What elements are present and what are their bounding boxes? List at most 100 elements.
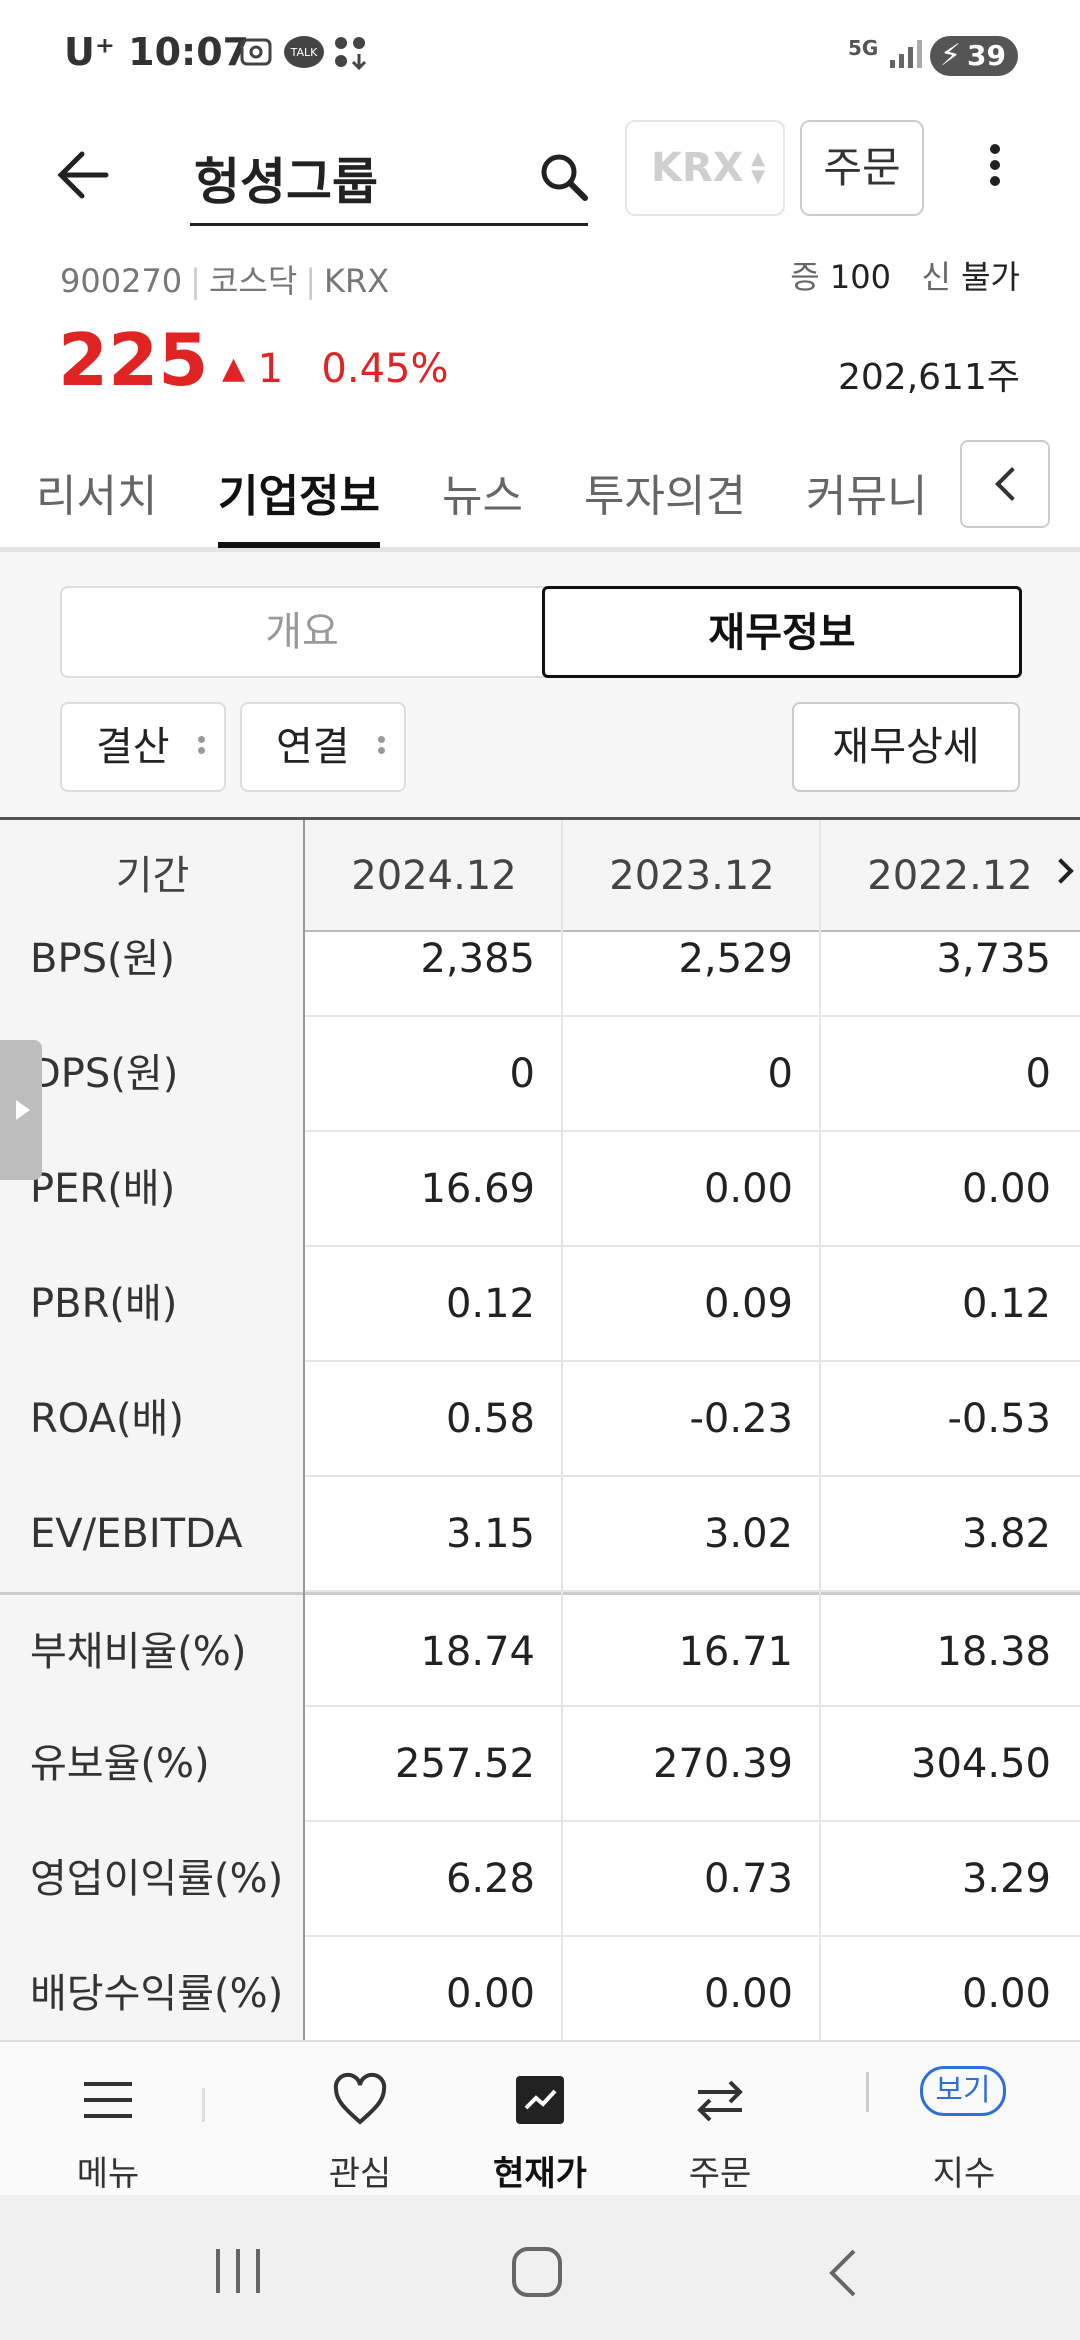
table-cell: 3,735 [936,936,1051,982]
tab-research[interactable]: 리서치 [36,460,157,548]
signal-icon [890,40,922,68]
table-cell: 0.12 [445,1281,535,1327]
table-cell: 16.69 [420,1166,535,1212]
table-cell: 18.74 [420,1629,535,1675]
table-row: 유보율(%) 257.52 270.39 304.50 [0,1707,1080,1822]
table-row: 영업이익률(%) 6.28 0.73 3.29 [0,1822,1080,1937]
row-label: EV/EBITDA [0,1477,305,1592]
row-label: 유보율(%) [0,1707,305,1822]
table-cell: 3.29 [961,1856,1051,1902]
table-cell: 304.50 [911,1741,1051,1787]
table-cell: 0.00 [961,1971,1051,2017]
more-vert-icon [378,732,386,758]
margin-info: 증 100 신 불가 [790,258,1020,296]
nav-index[interactable]: 보기 지수 [884,2042,1044,2197]
current-price: 225 [58,318,209,402]
exchange-select[interactable]: KRX ▲ ▼ [625,120,785,216]
table-cell: 2,385 [420,936,535,982]
svg-text:TALK: TALK [290,46,319,59]
table-cell: -0.53 [947,1396,1052,1442]
nav-watch[interactable]: 관심 [280,2042,440,2197]
table-cell: 257.52 [395,1741,535,1787]
table-row: 배당수익률(%) 0.00 0.00 0.00 [0,1937,1080,2040]
volume: 202,611주 [838,357,1020,398]
menu-icon [84,2082,132,2118]
back-icon[interactable] [822,2245,862,2301]
nav-current-price[interactable]: 현재가 [460,2042,620,2197]
table-cell: 0.12 [961,1281,1051,1327]
table-cell: 3.15 [445,1511,535,1557]
tab-community[interactable]: 커뮤니 [806,460,936,548]
more-vert-icon [198,732,206,758]
table-cell: 3.82 [961,1511,1051,1557]
table-row: EV/EBITDA 3.15 3.02 3.82 [0,1477,1080,1592]
more-vert-icon[interactable] [980,138,1010,198]
table-cell: 0 [509,1051,535,1097]
table-cell: 2,529 [678,936,793,982]
screenshot-icon [240,38,272,66]
stock-name: 헝셩그룹 [194,153,378,211]
updown-icon: ▲ ▼ [751,148,765,187]
table-cell: 0 [767,1051,793,1097]
tab-opinion[interactable]: 투자의견 [584,460,746,548]
financial-detail-button[interactable]: 재무상세 [792,702,1020,792]
row-label: PBR(배) [0,1247,305,1362]
side-drawer-handle[interactable] [0,1040,42,1180]
period-dropdown[interactable]: 결산 [60,702,226,792]
tab-news[interactable]: 뉴스 [442,460,523,548]
view-badge: 보기 [920,2066,1006,2116]
table-cell: 3.02 [703,1511,793,1557]
table-cell: 0.00 [961,1166,1051,1212]
financial-table: 기간 2024.12 2023.12 2022.12 BPS(원) 2,385 2,… [0,817,1080,2040]
chevron-left-icon[interactable] [960,440,1050,528]
row-label: ROA(배) [0,1362,305,1477]
stock-search-field[interactable]: 헝셩그룹 [190,130,588,226]
row-label: PER(배) [0,1132,305,1247]
row-label: 영업이익률(%) [0,1822,305,1937]
row-label: 배당수익률(%) [0,1937,305,2040]
nav-order[interactable]: 주문 [640,2042,800,2197]
table-cell: 0 [1025,1051,1051,1097]
table-cell: 0.73 [703,1856,793,1902]
stock-meta: 900270 | 코스닥 | KRX [60,262,390,300]
header: 헝셩그룹 KRX ▲ ▼ 주문 [0,110,1080,260]
scope-dropdown[interactable]: 연결 [240,702,406,792]
table-cell: 0.09 [703,1281,793,1327]
heart-icon [333,2072,387,2125]
segment-overview[interactable]: 개요 [62,588,542,676]
order-button[interactable]: 주문 [800,120,924,216]
table-cell: 0.00 [703,1166,793,1212]
table-cell: 0.58 [445,1396,535,1442]
talk-icon: TALK [284,36,324,68]
up-triangle-icon: ▲ [222,351,246,386]
table-row: DPS(원) 0 0 0 [0,1017,1080,1132]
table-row: 부채비율(%) 18.74 16.71 18.38 [0,1592,1080,1710]
table-cell: 270.39 [653,1741,793,1787]
recent-apps-icon[interactable] [210,2245,266,2297]
status-bar: U⁺ 10:07 TALK 5G ⚡ 39 [0,0,1080,110]
table-row: PER(배) 16.69 0.00 0.00 [0,1132,1080,1247]
network-5g: 5G [848,36,879,60]
table-row: PBR(배) 0.12 0.09 0.12 [0,1247,1080,1362]
table-cell: 0.00 [703,1971,793,2017]
row-label: DPS(원) [0,1017,305,1132]
segment-financial[interactable]: 재무정보 [542,586,1022,678]
price-change: ▲ 1 0.45% [222,346,449,392]
row-label: 부채비율(%) [0,1595,305,1710]
table-cell: 6.28 [445,1856,535,1902]
sub-controls: 개요 재무정보 결산 연결 재무상세 [0,552,1080,817]
segment-control: 개요 재무정보 [60,586,1022,678]
chart-icon [516,2076,564,2124]
nav-menu[interactable]: 메뉴 [28,2042,188,2197]
table-cell: 16.71 [678,1629,793,1675]
app-grid-icon [335,37,367,70]
status-time: U⁺ 10:07 [64,30,250,74]
tab-company-info[interactable]: 기업정보 [218,460,380,548]
table-row: ROA(배) 0.58 -0.23 -0.53 [0,1362,1080,1477]
row-label: BPS(원) [0,902,305,1017]
table-cell: 18.38 [936,1629,1051,1675]
table-cell: -0.23 [689,1396,794,1442]
home-icon[interactable] [510,2245,566,2301]
back-arrow-icon[interactable] [50,140,120,210]
search-icon[interactable] [535,148,595,208]
